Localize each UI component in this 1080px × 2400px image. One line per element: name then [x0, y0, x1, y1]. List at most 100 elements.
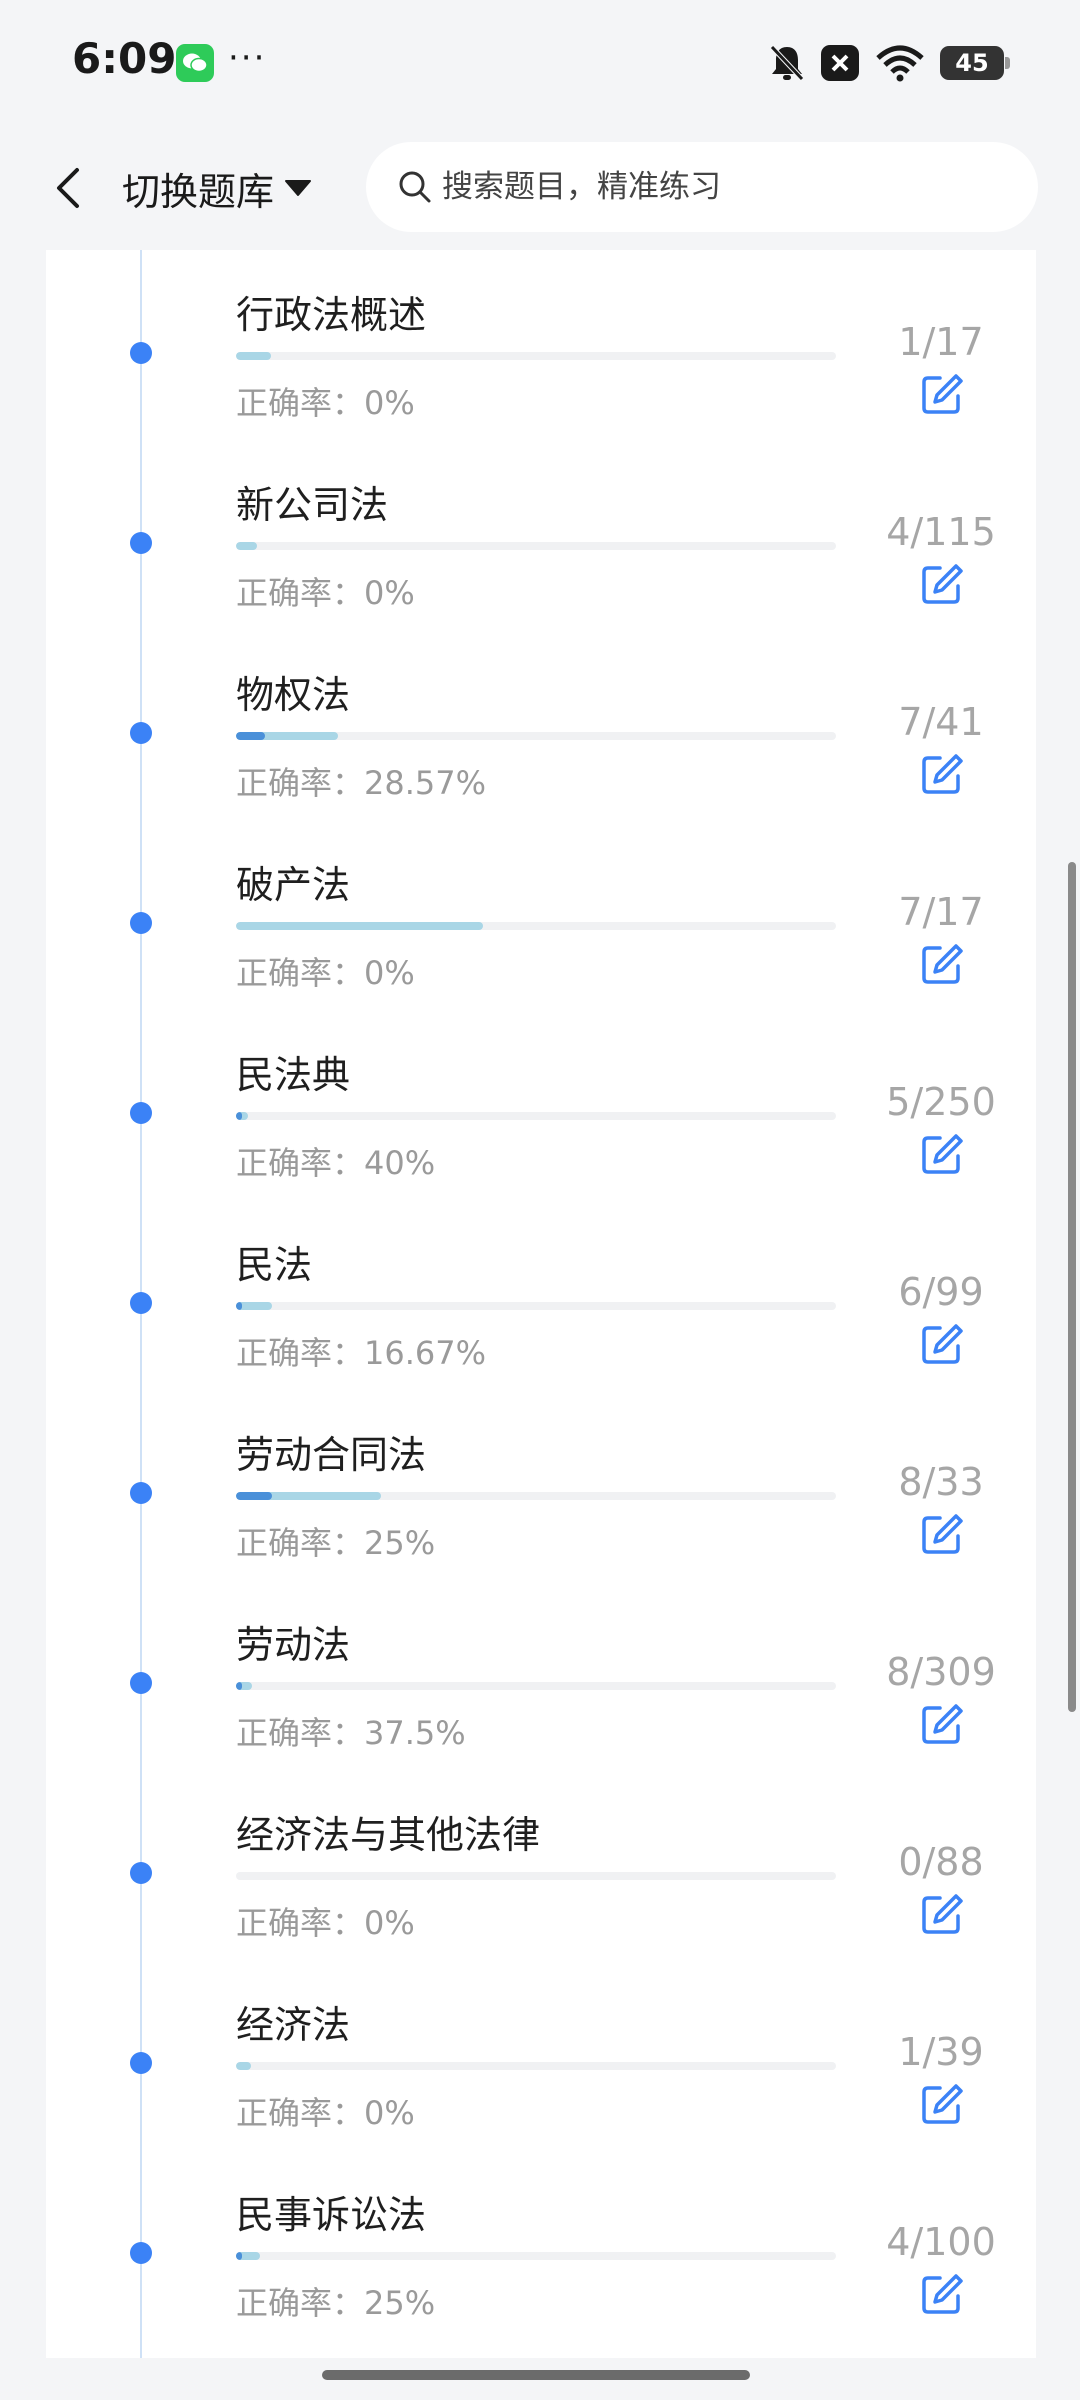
progress-count: 8/309	[886, 1650, 996, 1694]
timeline-dot	[130, 1862, 152, 1884]
chapter-title: 劳动法	[236, 1623, 351, 1667]
progress-bar	[236, 352, 836, 360]
progress-count: 7/17	[898, 890, 984, 934]
chapter-title: 民法	[236, 1243, 313, 1287]
accuracy-text: 正确率：16.67%	[236, 1334, 487, 1372]
search-box[interactable]	[366, 142, 1038, 232]
chapter-title: 民法典	[236, 1053, 351, 1097]
chapter-item[interactable]: 劳动合同法正确率：25% 8/33	[46, 1390, 1036, 1580]
timeline-dot	[130, 2052, 152, 2074]
timeline-dot	[130, 722, 152, 744]
progress-count: 1/39	[898, 2030, 984, 2074]
search-icon	[399, 171, 431, 203]
edit-icon	[922, 1134, 963, 1174]
chapter-title: 劳动合同法	[236, 1433, 427, 1477]
bell-off-icon	[770, 45, 804, 81]
edit-icon	[922, 1894, 963, 1934]
caret-down-icon	[285, 180, 312, 196]
progress-bar	[236, 1302, 836, 1310]
progress-bar	[236, 922, 836, 930]
status-more-icon: ···	[228, 38, 267, 78]
chapter-item[interactable]: 经济法正确率：0% 1/39	[46, 1960, 1036, 2150]
progress-count: 4/100	[886, 2220, 996, 2264]
chapter-title: 民事诉讼法	[236, 2193, 427, 2237]
accuracy-text: 正确率：25%	[236, 1524, 436, 1562]
progress-count: 1/17	[898, 320, 984, 364]
chapter-title: 行政法概述	[236, 293, 427, 337]
timeline-dot	[130, 532, 152, 554]
chapter-item[interactable]: 行政法概述 正确率：0% 1/17	[46, 250, 1036, 440]
edit-icon	[922, 1514, 963, 1554]
chapter-title: 经济法	[236, 2003, 351, 2047]
accuracy-text: 正确率：28.57%	[236, 764, 487, 802]
chapter-item[interactable]: 民法典 正确率：40% 5/250	[46, 1010, 1036, 1200]
chapter-item[interactable]: 经济法与其他法律正确率：0% 0/88	[46, 1770, 1036, 1960]
progress-count: 7/41	[898, 700, 984, 744]
progress-count: 0/88	[898, 1840, 984, 1884]
practice-button[interactable]	[912, 364, 972, 424]
edit-icon	[922, 1324, 963, 1364]
progress-correct-fill	[236, 1682, 242, 1690]
chapter-item[interactable]: 民法正确率：16.67% 6/99	[46, 1200, 1036, 1390]
accuracy-text: 正确率：0%	[236, 2094, 415, 2132]
chapter-title: 物权法	[236, 673, 351, 717]
timeline-dot	[130, 342, 152, 364]
switch-question-bank-button[interactable]: 切换题库	[122, 158, 312, 218]
practice-button[interactable]	[912, 554, 972, 614]
home-indicator[interactable]	[322, 2370, 750, 2380]
practice-button[interactable]	[912, 1124, 972, 1184]
timeline-dot	[130, 2242, 152, 2264]
practice-button[interactable]	[912, 934, 972, 994]
progress-bar	[236, 1682, 836, 1690]
edit-icon	[922, 374, 963, 414]
progress-bar	[236, 2062, 836, 2070]
back-button[interactable]	[38, 154, 98, 222]
practice-button[interactable]	[912, 1884, 972, 1944]
chapter-title: 破产法	[236, 863, 351, 907]
progress-bar	[236, 1112, 836, 1120]
progress-bar	[236, 2252, 836, 2260]
battery-icon: 45	[940, 46, 1010, 80]
accuracy-text: 正确率：0%	[236, 954, 415, 992]
progress-correct-fill	[236, 2252, 242, 2260]
timeline-dot	[130, 1102, 152, 1124]
chevron-left-icon	[57, 168, 79, 208]
practice-button[interactable]	[912, 744, 972, 804]
wifi-icon	[876, 45, 924, 82]
close-box-icon	[821, 45, 859, 81]
progress-bar	[236, 1872, 836, 1880]
progress-correct-fill	[236, 1112, 242, 1120]
edit-icon	[922, 944, 963, 984]
scrollbar[interactable]	[1068, 862, 1076, 1712]
chapter-item[interactable]: 劳动法正确率：37.5% 8/309	[46, 1580, 1036, 1770]
chapter-item[interactable]: 物权法正确率：28.57% 7/41	[46, 630, 1036, 820]
chapter-title: 新公司法	[236, 483, 389, 527]
progress-count: 8/33	[898, 1460, 984, 1504]
progress-count: 6/99	[898, 1270, 984, 1314]
chapter-title: 经济法与其他法律	[236, 1813, 541, 1857]
practice-button[interactable]	[912, 1504, 972, 1564]
progress-fill	[236, 542, 257, 550]
status-time: 6:09	[72, 34, 177, 83]
chapter-item[interactable]: 破产法正确率：0% 7/17	[46, 820, 1036, 1010]
practice-button[interactable]	[912, 2074, 972, 2134]
progress-fill	[236, 352, 272, 360]
chapter-item[interactable]: 新公司法正确率：0% 4/115	[46, 440, 1036, 630]
practice-button[interactable]	[912, 1314, 972, 1374]
edit-icon	[922, 754, 963, 794]
progress-correct-fill	[236, 1492, 273, 1500]
wechat-icon	[176, 44, 214, 82]
status-icons: 45	[768, 42, 1010, 84]
accuracy-text: 正确率：0%	[236, 574, 415, 612]
timeline-dot	[130, 1482, 152, 1504]
chapter-item[interactable]: 民事诉讼法 正确率：25% 4/100	[46, 2150, 1036, 2340]
progress-bar	[236, 542, 836, 550]
accuracy-text: 正确率：0%	[236, 1904, 415, 1942]
search-input[interactable]	[442, 169, 1002, 205]
practice-button[interactable]	[912, 2264, 972, 2324]
status-bar: 6:09 ··· 45	[0, 0, 1080, 126]
accuracy-text: 正确率：37.5%	[236, 1714, 466, 1752]
practice-button[interactable]	[912, 1694, 972, 1754]
edit-icon	[922, 2274, 963, 2314]
progress-count: 4/115	[886, 510, 996, 554]
